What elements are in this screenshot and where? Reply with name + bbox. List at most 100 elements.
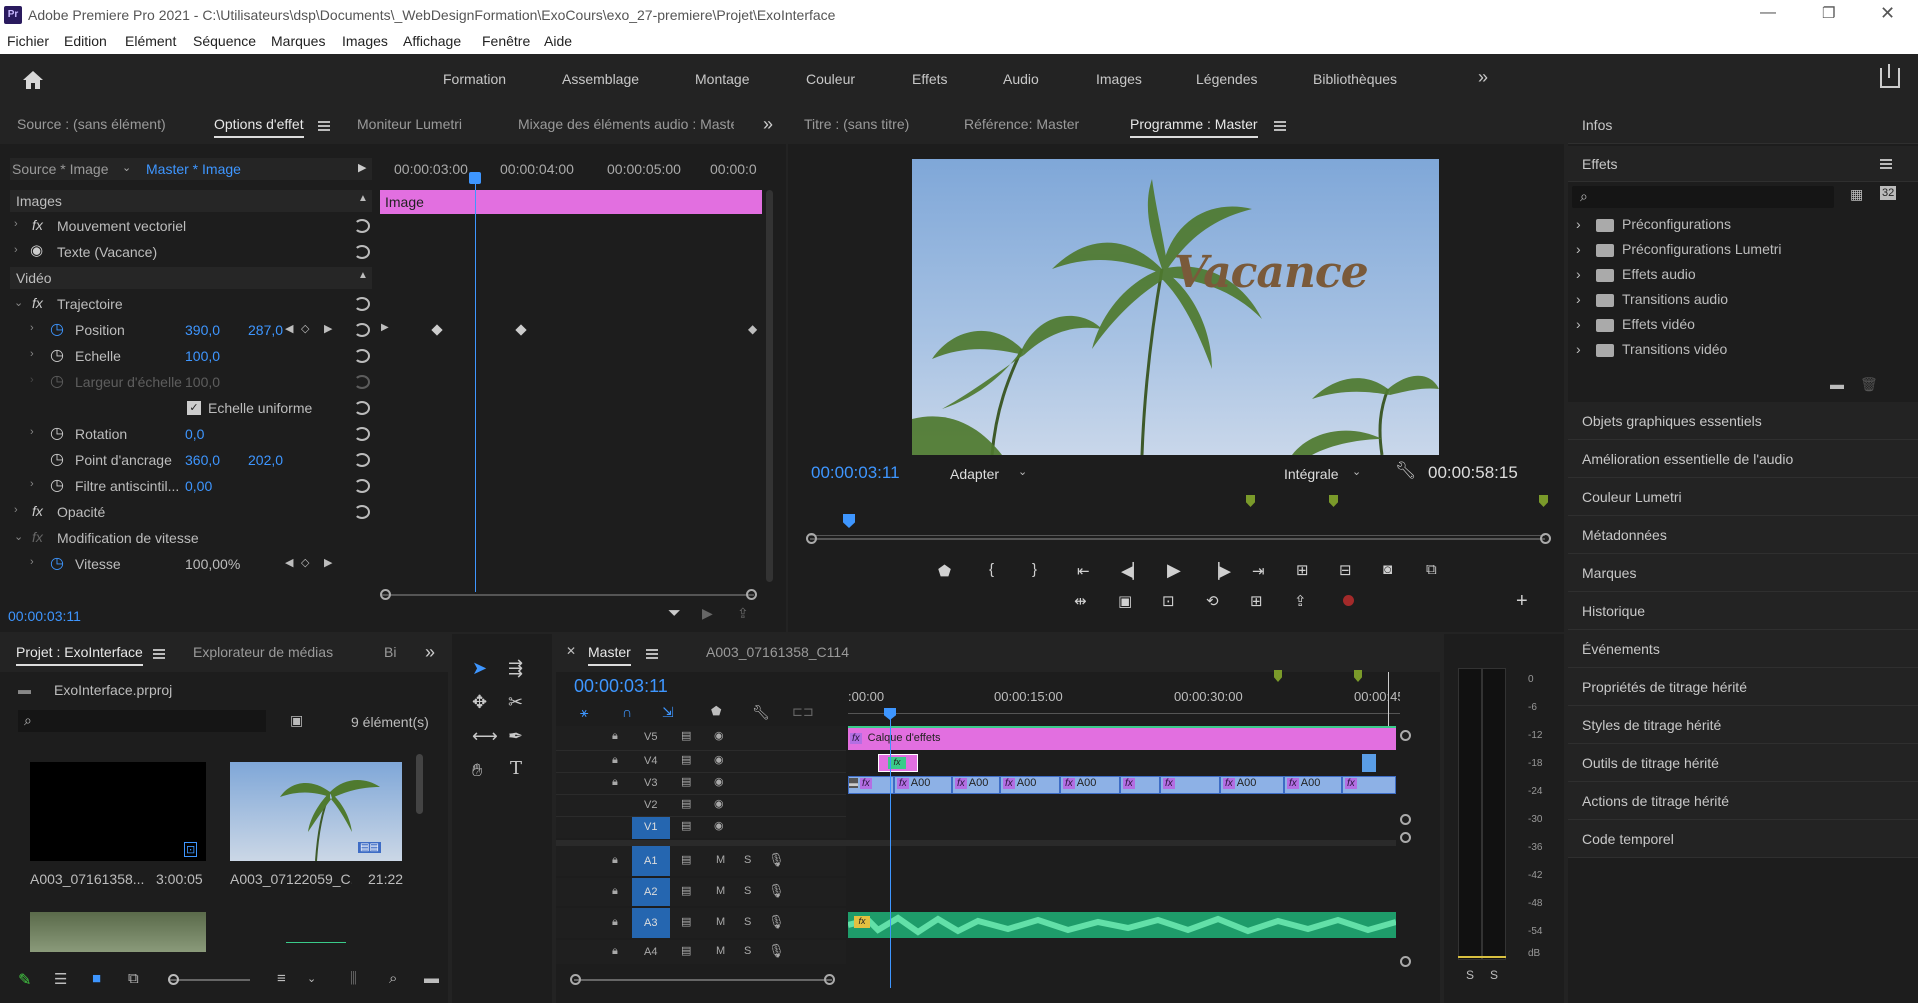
nest-icon[interactable]: ⚹ xyxy=(580,704,588,721)
clip-bar[interactable]: Image xyxy=(380,190,762,214)
more-panels-icon[interactable]: » xyxy=(425,642,435,663)
icon-view-icon[interactable]: ■ xyxy=(92,970,101,987)
mic-icon[interactable]: 🎙︎ xyxy=(768,914,785,930)
vertical-scrollbar[interactable] xyxy=(766,190,773,582)
marker[interactable] xyxy=(1246,495,1255,507)
speed-value[interactable]: 100,00% xyxy=(185,556,240,572)
track-a1[interactable]: 🔒︎ A1 ▤ M S 🎙︎ xyxy=(556,846,846,876)
timeline-hscroll-right[interactable] xyxy=(824,974,835,985)
lock-icon[interactable]: 🔒︎ xyxy=(612,945,618,958)
sync-icon[interactable]: ▤ xyxy=(681,775,691,788)
marker[interactable] xyxy=(1354,670,1362,682)
menu-sequence[interactable]: Séquence xyxy=(193,33,256,49)
prev-keyframe-icon[interactable]: ◀ xyxy=(285,322,293,335)
quality-dropdown[interactable]: Intégrale ⌄ xyxy=(1278,463,1370,485)
eye-icon[interactable]: ◉ xyxy=(714,729,724,742)
menu-images[interactable]: Images xyxy=(342,33,388,49)
panel-metadonnees[interactable]: Métadonnées xyxy=(1568,516,1918,554)
new-bin-icon[interactable]: ▣ xyxy=(290,712,303,729)
chevron-down-icon[interactable]: ⌄ xyxy=(122,161,131,174)
accelerated-effects-icon[interactable]: ▦ xyxy=(1850,186,1863,203)
vertical-zoom-handle[interactable] xyxy=(1400,814,1411,825)
stopwatch-icon[interactable]: ◷ xyxy=(50,345,64,365)
expand-icon[interactable]: › xyxy=(30,322,34,334)
row-echelle[interactable]: › ◷ Echelle 100,0 xyxy=(10,345,372,367)
minimize-icon[interactable]: — xyxy=(1760,4,1776,22)
timeline-hscroll[interactable] xyxy=(574,979,832,981)
menu-marques[interactable]: Marques xyxy=(271,33,325,49)
adjustment-layer-clip[interactable]: fx Calque d'effets xyxy=(848,726,1396,750)
effects-search-input[interactable]: ⌕ xyxy=(1572,186,1834,208)
vertical-zoom-handle[interactable] xyxy=(1400,956,1411,967)
mute-button[interactable]: M xyxy=(716,854,725,866)
tab-reference[interactable]: Référence: Master xyxy=(964,116,1079,132)
mark-in-icon[interactable]: { xyxy=(989,561,994,578)
fit-dropdown[interactable]: Adapter ⌄ xyxy=(944,463,1036,485)
sync-icon[interactable]: ▤ xyxy=(681,944,691,957)
hand-tool-icon[interactable]: ✋︎ xyxy=(472,760,482,781)
add-keyframe-icon[interactable]: ◇ xyxy=(301,322,309,335)
eye-icon[interactable]: ◉ xyxy=(714,775,724,788)
step-forward-icon[interactable]: ▕▶ xyxy=(1208,562,1231,580)
antiflicker-value[interactable]: 0,00 xyxy=(185,478,212,494)
freeform-view-icon[interactable]: ⧉ xyxy=(128,970,139,987)
safe-margins-icon[interactable]: ▣ xyxy=(1118,592,1132,610)
row-rotation[interactable]: › ◷ Rotation 0,0 xyxy=(10,423,372,445)
wrench-icon[interactable]: 🔧︎ xyxy=(1395,461,1417,481)
reset-icon[interactable] xyxy=(354,323,370,337)
panel-styles-titrage[interactable]: Styles de titrage hérité xyxy=(1568,706,1918,744)
eye-icon[interactable]: ◉ xyxy=(30,241,43,259)
32bit-effects-icon[interactable]: 32 xyxy=(1880,186,1897,200)
media-thumbnail[interactable]: ▤▤ xyxy=(230,762,402,862)
go-to-out-icon[interactable]: ⇥ xyxy=(1252,562,1265,580)
zoom-slider[interactable] xyxy=(170,979,250,981)
keyframe[interactable] xyxy=(431,324,443,336)
tab-sequence-2[interactable]: A003_07161358_C114 xyxy=(706,644,849,660)
workspace-legendes[interactable]: Légendes xyxy=(1196,71,1258,87)
workspace-montage[interactable]: Montage xyxy=(695,71,749,87)
comparison-icon[interactable]: ⧉ xyxy=(1426,561,1437,578)
add-marker-icon[interactable]: ⬟ xyxy=(711,704,721,718)
record-icon[interactable] xyxy=(1343,595,1354,606)
video-clip[interactable]: ▬ fx xyxy=(848,776,894,794)
trim-icon[interactable]: ⇹ xyxy=(1074,592,1087,610)
marker[interactable] xyxy=(1329,495,1338,507)
share-icon[interactable] xyxy=(1880,68,1900,88)
stopwatch-icon[interactable]: ◷ xyxy=(50,475,64,495)
panel-menu-icon[interactable] xyxy=(1880,159,1892,169)
media-thumbnail[interactable] xyxy=(286,942,346,952)
filter-icon[interactable]: ⏷ xyxy=(668,605,681,623)
linked-selection-icon[interactable]: ⇲ xyxy=(662,704,674,721)
workspace-couleur[interactable]: Couleur xyxy=(806,71,855,87)
media-thumbnail[interactable]: ⊡ xyxy=(30,762,206,861)
marker[interactable] xyxy=(1274,670,1282,682)
expand-icon[interactable]: › xyxy=(1576,241,1581,257)
vertical-zoom-handle[interactable] xyxy=(1400,832,1411,843)
expand-icon[interactable]: › xyxy=(30,556,34,568)
vertical-zoom-handle[interactable] xyxy=(1400,730,1411,741)
rotation-value[interactable]: 0,0 xyxy=(185,426,204,442)
overlay-title-text[interactable]: Vacance xyxy=(1174,247,1369,298)
chevron-down-icon[interactable]: ⌄ xyxy=(307,972,316,985)
panel-effets-header[interactable]: Effets xyxy=(1568,146,1918,182)
zoom-handle-left[interactable] xyxy=(806,533,817,544)
project-search-input[interactable]: ⌕ xyxy=(18,710,266,732)
sync-icon[interactable]: ▤ xyxy=(681,797,691,810)
lock-icon[interactable]: 🔒︎ xyxy=(612,916,618,929)
position-y-value[interactable]: 287,0 xyxy=(248,322,283,338)
tab-projet[interactable]: Projet : ExoInterface xyxy=(16,644,143,666)
tab-source[interactable]: Source : (sans élément) xyxy=(17,116,166,132)
audio-clip[interactable]: fx xyxy=(848,912,1396,938)
solo-left-button[interactable]: S xyxy=(1466,968,1474,982)
workspace-effets[interactable]: Effets xyxy=(912,71,948,87)
next-keyframe-icon[interactable]: ▶ xyxy=(324,556,332,569)
collapse-icon[interactable]: ▲ xyxy=(358,270,368,281)
go-to-in-icon[interactable]: ⇤ xyxy=(1077,562,1090,580)
camera-icon[interactable]: ◙ xyxy=(1383,561,1392,578)
mute-button[interactable]: M xyxy=(716,916,725,928)
scale-value[interactable]: 100,0 xyxy=(185,348,220,364)
step-back-icon[interactable]: ◀▏ xyxy=(1121,562,1144,580)
reset-icon[interactable] xyxy=(354,401,370,415)
marker[interactable] xyxy=(1539,495,1548,507)
restore-icon[interactable]: ❐ xyxy=(1822,4,1835,22)
